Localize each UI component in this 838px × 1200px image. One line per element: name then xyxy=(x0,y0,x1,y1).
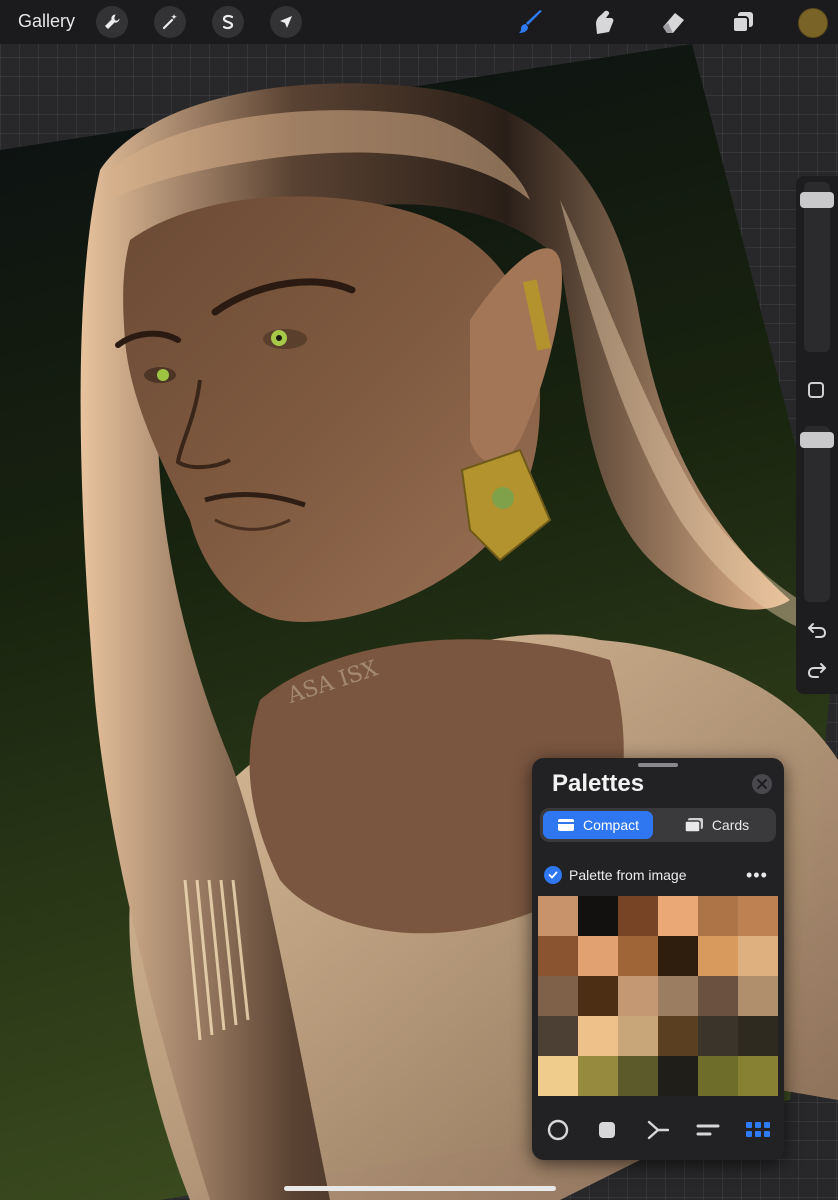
transform-button[interactable] xyxy=(270,6,302,38)
actions-button[interactable] xyxy=(96,6,128,38)
current-color-button[interactable] xyxy=(798,8,828,38)
eraser-tool-button[interactable] xyxy=(658,7,688,37)
palette-swatch[interactable] xyxy=(738,1016,778,1056)
brush-icon xyxy=(519,10,542,33)
palette-header[interactable]: Palette from image ••• xyxy=(532,862,784,888)
more-options-icon[interactable]: ••• xyxy=(746,865,768,886)
default-palette-check[interactable] xyxy=(544,866,562,884)
palette-swatch[interactable] xyxy=(578,1016,618,1056)
eraser-icon xyxy=(663,13,684,33)
swatch-grid xyxy=(538,896,778,1096)
gallery-button[interactable]: Gallery xyxy=(18,11,75,32)
palette-swatch[interactable] xyxy=(578,976,618,1016)
checkmark-icon xyxy=(548,871,558,879)
adjustments-button[interactable] xyxy=(154,6,186,38)
palette-name[interactable]: Palette from image xyxy=(569,867,687,883)
arrow-cursor-icon xyxy=(280,16,292,28)
close-panel-button[interactable] xyxy=(752,774,772,794)
harmony-mode-button[interactable] xyxy=(646,1118,670,1142)
layers-button[interactable] xyxy=(728,7,758,37)
redo-icon[interactable] xyxy=(806,658,828,680)
harmony-mode-icon xyxy=(647,1120,669,1140)
palette-swatch[interactable] xyxy=(698,976,738,1016)
palette-swatch[interactable] xyxy=(578,896,618,936)
brush-tool-button[interactable] xyxy=(516,7,546,37)
value-mode-icon xyxy=(696,1124,720,1136)
cards-stack-icon xyxy=(684,818,703,833)
wrench-icon xyxy=(105,14,120,29)
color-mode-bar xyxy=(532,1112,784,1148)
undo-icon[interactable] xyxy=(806,618,828,640)
palettes-mode-button[interactable] xyxy=(746,1118,770,1142)
tab-compact-label: Compact xyxy=(582,817,640,833)
palette-swatch[interactable] xyxy=(578,1056,618,1096)
palette-swatch[interactable] xyxy=(538,1016,578,1056)
disc-mode-icon xyxy=(547,1119,569,1141)
palette-swatch[interactable] xyxy=(538,976,578,1016)
opacity-handle[interactable] xyxy=(800,432,834,448)
tab-compact[interactable]: Compact xyxy=(543,811,653,839)
view-mode-segmented-control: Compact Cards xyxy=(540,808,776,842)
palette-swatch[interactable] xyxy=(658,936,698,976)
magic-wand-icon xyxy=(162,14,177,30)
tab-cards-label: Cards xyxy=(711,817,750,833)
palette-swatch[interactable] xyxy=(538,1056,578,1096)
selection-s-icon xyxy=(222,14,234,30)
brush-size-handle[interactable] xyxy=(800,192,834,208)
value-mode-button[interactable] xyxy=(696,1118,720,1142)
palette-swatch[interactable] xyxy=(538,936,578,976)
compact-card-icon xyxy=(557,819,574,831)
palette-swatch[interactable] xyxy=(618,1016,658,1056)
selection-button[interactable] xyxy=(212,6,244,38)
opacity-slider[interactable] xyxy=(800,426,834,602)
palette-swatch[interactable] xyxy=(578,936,618,976)
palette-swatch[interactable] xyxy=(738,976,778,1016)
palette-swatch[interactable] xyxy=(658,976,698,1016)
palette-swatch[interactable] xyxy=(658,1016,698,1056)
palette-swatch[interactable] xyxy=(618,1056,658,1096)
panel-title: Palettes xyxy=(552,770,645,797)
home-indicator[interactable] xyxy=(284,1186,556,1191)
top-toolbar: Gallery xyxy=(0,0,838,44)
classic-mode-button[interactable] xyxy=(595,1118,619,1142)
brush-size-slider[interactable] xyxy=(800,182,834,352)
panel-grabber[interactable] xyxy=(638,763,678,767)
modify-square-icon[interactable] xyxy=(808,382,824,398)
smudge-finger-icon xyxy=(596,10,614,35)
side-toolbar xyxy=(796,176,838,694)
palette-swatch[interactable] xyxy=(698,936,738,976)
palette-swatch[interactable] xyxy=(538,896,578,936)
palette-swatch[interactable] xyxy=(738,896,778,936)
layers-icon xyxy=(732,12,753,33)
palette-swatch[interactable] xyxy=(698,1056,738,1096)
palette-swatch[interactable] xyxy=(698,896,738,936)
palette-swatch[interactable] xyxy=(658,896,698,936)
palette-swatch[interactable] xyxy=(618,976,658,1016)
disc-mode-button[interactable] xyxy=(546,1118,570,1142)
tab-cards[interactable]: Cards xyxy=(660,811,773,839)
classic-mode-icon xyxy=(599,1122,615,1138)
palettes-mode-icon xyxy=(746,1122,770,1137)
palette-swatch[interactable] xyxy=(738,936,778,976)
palette-swatch[interactable] xyxy=(618,936,658,976)
smudge-tool-button[interactable] xyxy=(588,7,618,37)
palette-swatch[interactable] xyxy=(698,1016,738,1056)
palette-swatch[interactable] xyxy=(618,896,658,936)
palettes-panel: Palettes Compact Cards Palette from imag… xyxy=(532,758,784,1160)
close-icon xyxy=(757,779,767,789)
palette-swatch[interactable] xyxy=(738,1056,778,1096)
palette-swatch[interactable] xyxy=(658,1056,698,1096)
